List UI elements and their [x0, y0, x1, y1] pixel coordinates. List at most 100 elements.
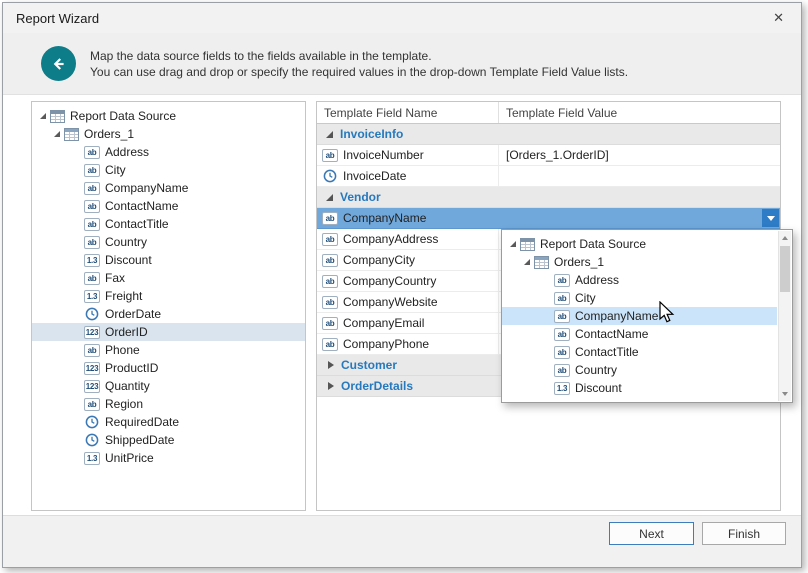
table-icon [64, 128, 79, 141]
popup-field-companyname[interactable]: abCompanyName [502, 307, 777, 325]
popup-field-discount[interactable]: 1.3Discount [502, 379, 777, 397]
tree-field-discount[interactable]: 1.3Discount [32, 251, 305, 269]
arrow-left-icon [49, 54, 69, 74]
tree-node-label: Report Data Source [70, 109, 176, 123]
group-expanded-icon[interactable] [326, 194, 333, 201]
tree-expanded-icon[interactable] [40, 113, 46, 119]
group-collapsed-icon[interactable] [328, 382, 334, 390]
field-name: CompanyName [343, 211, 426, 225]
tree-field-address[interactable]: abAddress [32, 143, 305, 161]
field-value: [Orders_1.OrderID] [506, 148, 609, 162]
finish-button[interactable]: Finish [702, 522, 786, 545]
tree-field-unitprice[interactable]: 1.3UnitPrice [32, 449, 305, 467]
tree-node-orders-1[interactable]: Orders_1 [32, 125, 305, 143]
integer-field-icon: 123 [84, 362, 100, 375]
group-row-invoiceinfo[interactable]: InvoiceInfo [317, 124, 780, 145]
text-field-icon: ab [322, 338, 338, 351]
group-row-vendor[interactable]: Vendor [317, 187, 780, 208]
tree-field-country[interactable]: ab Country [32, 233, 305, 251]
tree-field-shippeddate[interactable]: ShippedDate [32, 431, 305, 449]
tree-field-label: OrderDate [105, 307, 161, 321]
text-field-icon: ab [84, 344, 100, 357]
text-field-icon: ab [554, 346, 570, 359]
decimal-field-icon: 1.3 [84, 290, 100, 303]
text-field-icon: ab [84, 218, 100, 231]
scrollbar-thumb[interactable] [780, 246, 790, 292]
text-field-icon: ab [84, 236, 100, 249]
next-button[interactable]: Next [609, 522, 694, 545]
field-value-cell[interactable] [499, 166, 780, 186]
tree-expanded-icon[interactable] [510, 241, 516, 247]
wizard-description: Map the data source fields to the fields… [90, 48, 628, 80]
field-name: CompanyPhone [343, 337, 429, 351]
text-field-icon: ab [322, 317, 338, 330]
tree-field-label: ContactName [105, 199, 178, 213]
title-bar: Report Wizard ✕ [3, 3, 801, 33]
group-label: InvoiceInfo [340, 127, 403, 141]
scroll-up-icon[interactable] [782, 236, 788, 240]
popup-field-contacttitle[interactable]: abContactTitle [502, 343, 777, 361]
date-field-icon [322, 170, 338, 183]
field-value-cell[interactable] [499, 208, 780, 228]
tree-field-label: ContactName [575, 327, 648, 341]
field-name: InvoiceNumber [343, 148, 424, 162]
field-name: CompanyCity [343, 253, 415, 267]
text-field-icon: ab [322, 275, 338, 288]
table-icon [534, 256, 549, 269]
text-field-icon: ab [554, 328, 570, 341]
text-field-icon: ab [84, 398, 100, 411]
field-name-cell: abCompanyWebsite [317, 292, 499, 312]
mouse-cursor [658, 301, 676, 325]
popup-node-report-data-source[interactable]: Report Data Source [502, 235, 777, 253]
tree-field-productid[interactable]: 123ProductID [32, 359, 305, 377]
tree-expanded-icon[interactable] [54, 131, 60, 137]
tree-expanded-icon[interactable] [524, 259, 530, 265]
group-collapsed-icon[interactable] [328, 361, 334, 369]
tree-field-label: OrderID [105, 325, 148, 339]
field-row-invoicenumber[interactable]: abInvoiceNumber[Orders_1.OrderID] [317, 145, 780, 166]
tree-field-label: UnitPrice [105, 451, 154, 465]
tree-field-city[interactable]: abCity [32, 161, 305, 179]
text-field-icon: ab [322, 296, 338, 309]
field-name-cell: abCompanyEmail [317, 313, 499, 333]
tree-field-label: Country [105, 235, 147, 249]
tree-field-contacttitle[interactable]: abContactTitle [32, 215, 305, 233]
popup-scrollbar[interactable] [778, 231, 791, 401]
tree-field-orderdate[interactable]: OrderDate [32, 305, 305, 323]
tree-field-companyname[interactable]: abCompanyName [32, 179, 305, 197]
tree-field-contactname[interactable]: abContactName [32, 197, 305, 215]
column-header-template-field-name[interactable]: Template Field Name [317, 102, 499, 123]
tree-field-fax[interactable]: ab Fax [32, 269, 305, 287]
back-button[interactable] [41, 46, 76, 81]
popup-field-address[interactable]: abAddress [502, 271, 777, 289]
popup-field-country[interactable]: abCountry [502, 361, 777, 379]
tree-node-label: Orders_1 [554, 255, 604, 269]
tree-node-report-data-source[interactable]: Report Data Source [32, 107, 305, 125]
tree-field-quantity[interactable]: 123Quantity [32, 377, 305, 395]
text-field-icon: ab [84, 272, 100, 285]
field-row-invoicedate[interactable]: InvoiceDate [317, 166, 780, 187]
tree-field-requireddate[interactable]: RequiredDate [32, 413, 305, 431]
close-icon[interactable]: ✕ [769, 8, 788, 28]
tree-field-label: Fax [105, 271, 125, 285]
tree-field-phone[interactable]: abPhone [32, 341, 305, 359]
chevron-down-icon [767, 216, 775, 221]
tree-field-orderid[interactable]: 123OrderID [32, 323, 305, 341]
date-field-icon [84, 308, 100, 321]
tree-field-label: Country [575, 363, 617, 377]
popup-field-city[interactable]: abCity [502, 289, 777, 307]
group-expanded-icon[interactable] [326, 131, 333, 138]
tree-field-label: Quantity [105, 379, 150, 393]
dropdown-button[interactable] [762, 209, 779, 227]
popup-node-orders-1[interactable]: Orders_1 [502, 253, 777, 271]
field-value-cell[interactable]: [Orders_1.OrderID] [499, 145, 780, 165]
tree-field-region[interactable]: abRegion [32, 395, 305, 413]
scroll-down-icon[interactable] [782, 392, 788, 396]
decimal-field-icon: 1.3 [554, 382, 570, 395]
report-wizard-dialog: Report Wizard ✕ Map the data source fiel… [2, 2, 802, 568]
column-header-template-field-value[interactable]: Template Field Value [499, 102, 780, 123]
tree-field-freight[interactable]: 1.3Freight [32, 287, 305, 305]
group-label: Customer [341, 358, 397, 372]
field-row-companyname[interactable]: abCompanyName [317, 208, 780, 229]
popup-field-contactname[interactable]: ab ContactName [502, 325, 777, 343]
